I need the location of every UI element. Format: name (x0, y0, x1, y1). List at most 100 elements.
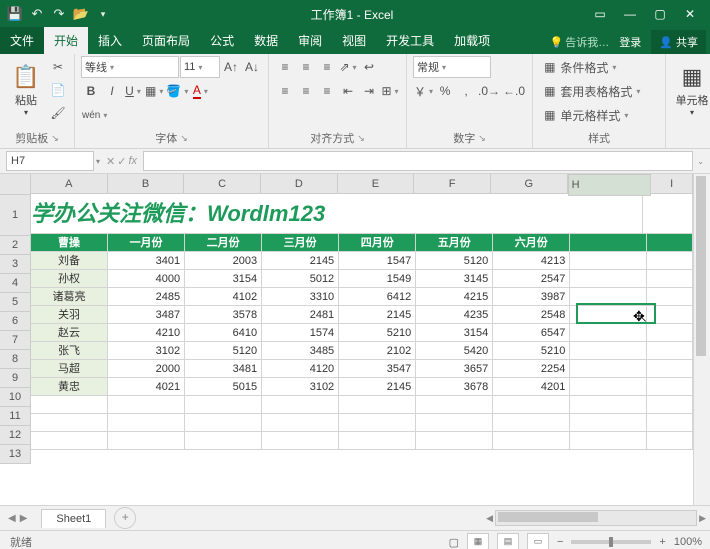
row-header[interactable]: 12 (0, 426, 31, 445)
row-header[interactable]: 9 (0, 369, 31, 388)
cell[interactable] (185, 414, 262, 432)
cell[interactable]: 六月份 (493, 234, 570, 252)
cell[interactable]: 3102 (108, 342, 185, 360)
cell[interactable]: 1549 (339, 270, 416, 288)
page-break-view-button[interactable]: ▭ (527, 533, 549, 549)
vscroll-thumb[interactable] (696, 176, 706, 356)
redo-icon[interactable]: ↷ (50, 5, 68, 23)
merge-button[interactable]: ⊞ (380, 80, 400, 102)
macro-record-icon[interactable]: ▢ (449, 536, 459, 549)
cell[interactable]: 2481 (262, 306, 339, 324)
cell[interactable]: 2548 (493, 306, 570, 324)
cell[interactable] (570, 270, 647, 288)
align-launcher-icon[interactable]: ↘ (357, 133, 365, 144)
ribbon-options-icon[interactable]: ▭ (586, 4, 614, 24)
cell[interactable]: 4120 (262, 360, 339, 378)
login-button[interactable]: 登录 (611, 30, 649, 54)
cell[interactable]: 3154 (185, 270, 262, 288)
underline-button[interactable]: U (123, 80, 143, 102)
tab-insert[interactable]: 插入 (88, 27, 132, 54)
row-header[interactable]: 1 (0, 195, 31, 236)
cell[interactable] (647, 324, 693, 342)
indent-inc-button[interactable]: ⇥ (359, 80, 379, 102)
clipboard-launcher-icon[interactable]: ↘ (51, 133, 59, 144)
cell[interactable]: 2547 (493, 270, 570, 288)
cell[interactable]: 4102 (185, 288, 262, 306)
row-header[interactable]: 5 (0, 293, 31, 312)
hscroll-thumb[interactable] (498, 512, 598, 522)
grow-font-button[interactable]: A↑ (221, 56, 241, 78)
col-header[interactable]: I (651, 174, 693, 194)
italic-button[interactable]: I (102, 80, 122, 102)
cell[interactable] (31, 396, 108, 414)
row-header[interactable]: 10 (0, 388, 31, 407)
row-header[interactable]: 13 (0, 445, 31, 464)
indent-dec-button[interactable]: ⇤ (338, 80, 358, 102)
namebox-dropdown-icon[interactable]: ▾ (96, 157, 100, 166)
cell[interactable]: 3401 (108, 252, 185, 270)
cell[interactable] (339, 414, 416, 432)
col-header[interactable]: F (414, 174, 491, 194)
format-painter-button[interactable]: 🖌 (48, 102, 68, 124)
close-icon[interactable]: ✕ (676, 4, 704, 24)
cell[interactable] (416, 432, 493, 450)
cell[interactable]: 张飞 (31, 342, 108, 360)
col-header[interactable]: G (491, 174, 568, 194)
add-sheet-button[interactable]: + (114, 507, 136, 529)
cell[interactable]: 2102 (339, 342, 416, 360)
cell[interactable]: 5120 (416, 252, 493, 270)
cell[interactable] (647, 432, 693, 450)
qat-menu-icon[interactable]: ▾ (94, 5, 112, 23)
cell[interactable] (559, 194, 643, 234)
cell[interactable] (570, 360, 647, 378)
cell[interactable] (416, 396, 493, 414)
cell[interactable]: 3102 (262, 378, 339, 396)
maximize-icon[interactable]: ▢ (646, 4, 674, 24)
cond-format-button[interactable]: ▦ 条件格式 (539, 56, 659, 78)
cell[interactable] (108, 432, 185, 450)
row-header[interactable]: 4 (0, 274, 31, 293)
undo-icon[interactable]: ↶ (28, 5, 46, 23)
zoom-in-icon[interactable]: + (659, 536, 665, 548)
share-button[interactable]: 👤 共享 (651, 30, 706, 54)
cell[interactable] (416, 414, 493, 432)
cell[interactable]: 4201 (493, 378, 570, 396)
cell[interactable]: 关羽 (31, 306, 108, 324)
name-box[interactable]: H7 (6, 151, 94, 171)
sheet-tab[interactable]: Sheet1 (41, 509, 106, 528)
col-header[interactable]: H (568, 174, 652, 196)
cell[interactable]: 5015 (185, 378, 262, 396)
percent-button[interactable]: % (435, 80, 455, 102)
cell[interactable] (570, 324, 647, 342)
cell[interactable] (647, 288, 693, 306)
inc-decimal-button[interactable]: .0→ (477, 80, 501, 102)
phonetic-button[interactable]: wén (81, 104, 108, 126)
cell[interactable] (570, 342, 647, 360)
font-color-button[interactable]: A (190, 80, 210, 102)
hscroll-left-icon[interactable]: ◀ (486, 513, 493, 524)
formula-input[interactable] (143, 151, 693, 171)
cell[interactable]: 2145 (339, 378, 416, 396)
cell[interactable]: 诸葛亮 (31, 288, 108, 306)
tab-review[interactable]: 审阅 (288, 27, 332, 54)
cell[interactable]: 4210 (108, 324, 185, 342)
cell[interactable]: 2145 (339, 306, 416, 324)
cell[interactable] (262, 414, 339, 432)
cell[interactable]: 4213 (493, 252, 570, 270)
cell[interactable] (647, 252, 693, 270)
zoom-level[interactable]: 100% (674, 536, 702, 548)
cell[interactable] (570, 432, 647, 450)
cell[interactable] (339, 396, 416, 414)
row-header[interactable]: 11 (0, 407, 31, 426)
row-header[interactable]: 2 (0, 236, 31, 255)
cell[interactable]: 5120 (185, 342, 262, 360)
cut-button[interactable]: ✂ (48, 56, 68, 78)
minimize-icon[interactable]: — (616, 4, 644, 24)
cell[interactable]: 1574 (262, 324, 339, 342)
cell[interactable]: 刘备 (31, 252, 108, 270)
page-layout-view-button[interactable]: ▤ (497, 533, 519, 549)
cell[interactable] (647, 306, 693, 324)
align-right-button[interactable]: ≡ (317, 80, 337, 102)
cell[interactable] (262, 396, 339, 414)
cell[interactable] (570, 378, 647, 396)
